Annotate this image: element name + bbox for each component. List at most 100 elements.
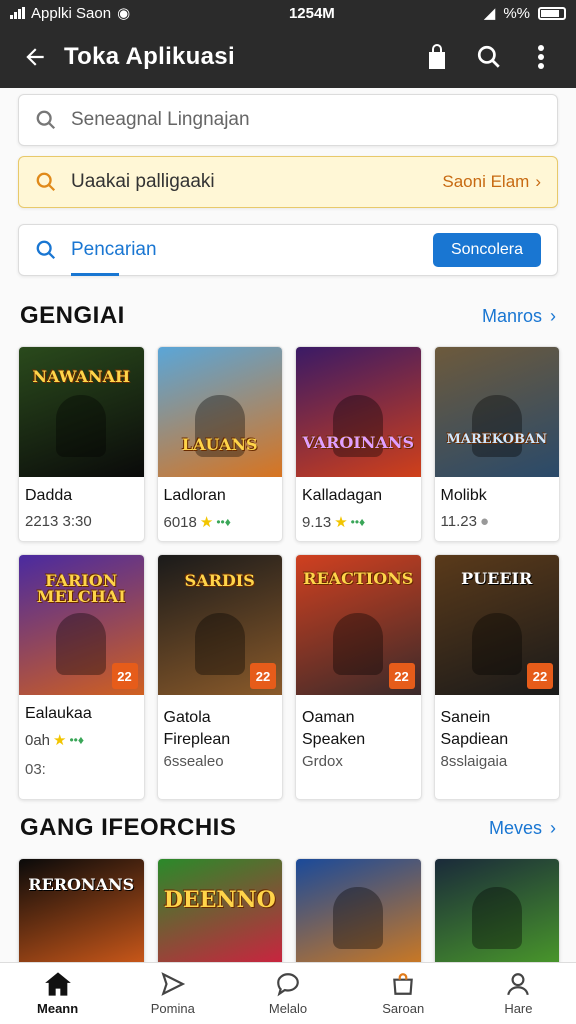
bottom-nav: Meann Pomina Melalo Saroan Hare [0,962,576,1024]
cover-title: NAWANAH [32,367,131,386]
game-meta: 11.23 ● [435,505,560,540]
battery-percent: %% [503,4,530,22]
character-figure [471,887,522,949]
game-card[interactable]: RERONANS [18,858,145,962]
game-grid: FARION MELCHAI 22 Ealaukaa 0ah ★ ••♦ 03: S… [18,554,560,800]
tab-search[interactable]: Pencarian [71,239,433,276]
send-icon [161,972,185,996]
tab-melalo[interactable]: Melalo [230,963,345,1024]
promo-text: Uaakai palligaaki [71,171,215,192]
battery-icon [538,6,566,20]
tab-label: Saroan [382,1001,425,1016]
age-rating-badge: 22 [388,663,415,689]
shop-icon [393,973,414,995]
search-icon[interactable] [472,40,506,74]
see-more-link[interactable]: Meves › [489,818,556,839]
character-figure [56,395,107,457]
tab-label: Meann [37,1001,79,1016]
game-name: Dadda [25,487,73,504]
signal-icon [10,7,25,19]
game-name: Sanein [440,709,491,726]
section-header: GANG IFEORCHIS Meves › [20,814,556,842]
chevron-right-icon: › [550,305,556,326]
game-cover: NAWANAH [19,347,144,477]
game-grid: RERONANS DEENNO [18,858,560,962]
game-cover [434,859,559,962]
game-name: Kalladagan [302,487,383,504]
game-cover: VAROINANS [296,347,421,477]
game-sub: Grdox [302,753,343,770]
profile-icon [507,973,530,996]
game-card[interactable]: PUEEIR 22 Sanein Sapdiean 8sslaigaia [433,554,560,800]
game-cover: REACTIONS 22 [296,555,421,695]
cover-title: MAREKOBAN [446,432,547,447]
home-icon [44,972,71,996]
game-name: Gatola [163,709,211,726]
search-placeholder: Seneagnal Lingnajan [71,109,250,130]
game-name: Molibk [440,487,487,504]
game-meta: 6018 ★ ••♦ [158,505,283,541]
see-more-label: Meves [488,817,542,838]
game-card[interactable]: MAREKOBAN Molibk 11.23 ● [433,346,560,542]
game-name-line2: Sapdiean [440,731,509,748]
chevron-right-icon: › [535,172,541,191]
promo-action[interactable]: Saoni Elam › [442,172,541,192]
promo-search-bar[interactable]: Uaakai palligaaki Saoni Elam › [18,156,558,208]
cover-title: FARION MELCHAI [36,571,126,606]
tab-saroan[interactable]: Saroan [346,963,461,1024]
game-meta-value: 9.13 [302,513,332,531]
more-vert-icon[interactable] [524,40,558,74]
search-input[interactable]: Seneagnal Lingnajan [18,94,558,146]
tab-home[interactable]: Meann [0,963,115,1024]
character-figure [333,613,384,675]
game-card[interactable]: FARION MELCHAI 22 Ealaukaa 0ah ★ ••♦ 03: [18,554,145,800]
star-icon: ★ [334,514,348,531]
game-cover: PUEEIR 22 [434,555,559,695]
game-card[interactable] [295,858,422,962]
section-title: GANG IFEORCHIS [20,814,237,841]
character-figure [194,613,245,675]
game-sub: 03: [25,761,46,778]
game-card[interactable] [433,858,560,962]
chevron-right-icon: › [550,817,556,838]
shopping-bag-icon[interactable] [420,40,454,74]
main-content: Seneagnal Lingnajan Uaakai palligaaki Sa… [0,88,576,962]
search-button[interactable]: Soncolera [432,233,541,267]
game-name: Ladloran [163,487,226,504]
game-card[interactable]: LAUANS Ladloran 6018 ★ ••♦ [156,346,283,542]
see-more-label: Manros [481,305,542,326]
game-meta: 9.13 ★ ••♦ [296,505,421,541]
cover-title: DEENNO [163,887,276,913]
chat-icon [277,973,299,997]
cover-title: LAUANS [181,435,258,454]
tab-profile[interactable]: Hare [461,963,576,1024]
game-card[interactable]: NAWANAH Dadda 2213 3:30 [18,346,145,542]
tab-pomina[interactable]: Pomina [115,963,230,1024]
search-icon [36,110,56,130]
game-cover: RERONANS [19,859,144,962]
game-meta: 2213 3:30 [19,505,144,540]
game-cover: MAREKOBAN [434,347,559,477]
signal-strength-icon: ◢ [483,5,496,22]
leaf-icon: ••♦ [216,515,231,529]
cover-title: REACTIONS [303,569,414,588]
game-card[interactable]: VAROINANS Kalladagan 9.13 ★ ••♦ [295,346,422,542]
back-arrow-icon[interactable] [18,40,52,74]
cover-title: SARDIS [184,571,255,590]
character-figure [471,613,522,675]
game-meta-value: 11.23 [440,513,477,530]
character-figure [333,887,384,949]
game-meta: 0ah ★ ••♦ [19,723,144,759]
game-name: Oaman [302,709,355,726]
search-icon [36,240,56,260]
game-meta-value: 6018 [163,513,197,531]
game-card[interactable]: REACTIONS 22 Oaman Speaken Grdox [295,554,422,800]
game-cover [296,859,421,962]
info-icon: ● [479,513,489,530]
game-sub: 8sslaigaia [440,753,508,770]
game-card[interactable]: DEENNO [156,858,283,962]
star-icon: ★ [53,732,67,749]
see-more-link[interactable]: Manros › [482,306,556,327]
game-meta-value: 0ah [25,731,51,749]
game-card[interactable]: SARDIS 22 Gatola Fireplean 6ssealeo [156,554,283,800]
